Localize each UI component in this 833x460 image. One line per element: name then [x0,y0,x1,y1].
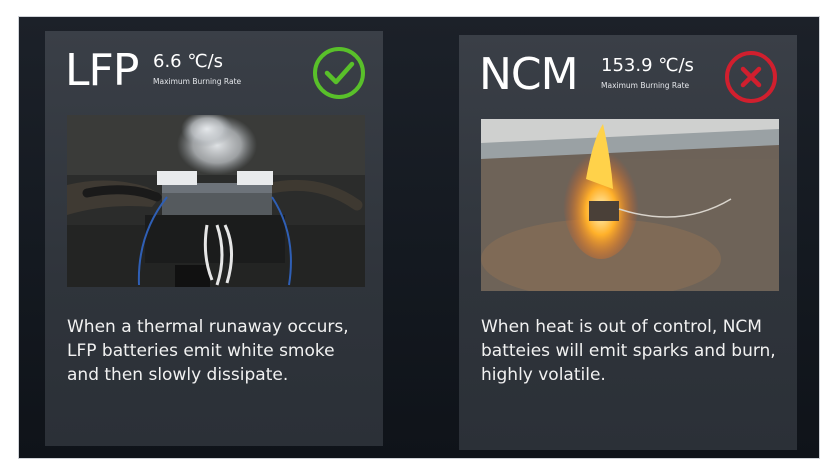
lfp-burning-rate: 6.6 ℃/s [153,51,224,72]
ncm-title: NCM [479,49,579,100]
check-circle-icon [313,47,365,99]
lfp-card: LFP 6.6 ℃/s Maximum Burning Rate When a … [45,31,383,446]
lfp-description-line: and then slowly dissipate. [67,365,289,385]
lfp-test-photo [67,115,365,287]
lfp-rate-label: Maximum Burning Rate [153,77,242,86]
ncm-rate-label: Maximum Burning Rate [601,81,690,90]
ncm-description: When heat is out of control, NCM batteie… [481,315,786,387]
lfp-description-line: When a thermal runaway occurs, [67,317,349,337]
ncm-description-line: batteies will emit sparks and burn, [481,341,776,361]
ncm-description-line: highly volatile. [481,365,606,385]
ncm-burning-rate: 153.9 ℃/s [601,55,694,76]
x-circle-icon [725,51,777,103]
ncm-card: NCM 153.9 ℃/s Maximum Burning Rate When … [459,35,797,450]
ncm-description-line: When heat is out of control, NCM [481,317,762,337]
page-frame: LFP 6.6 ℃/s Maximum Burning Rate When a … [0,0,833,460]
lfp-description-line: LFP batteries emit white smoke [67,341,335,361]
lfp-description: When a thermal runaway occurs, LFP batte… [67,315,372,387]
ncm-test-photo [481,119,779,291]
comparison-panel: LFP 6.6 ℃/s Maximum Burning Rate When a … [18,16,820,459]
lfp-title: LFP [65,45,139,96]
